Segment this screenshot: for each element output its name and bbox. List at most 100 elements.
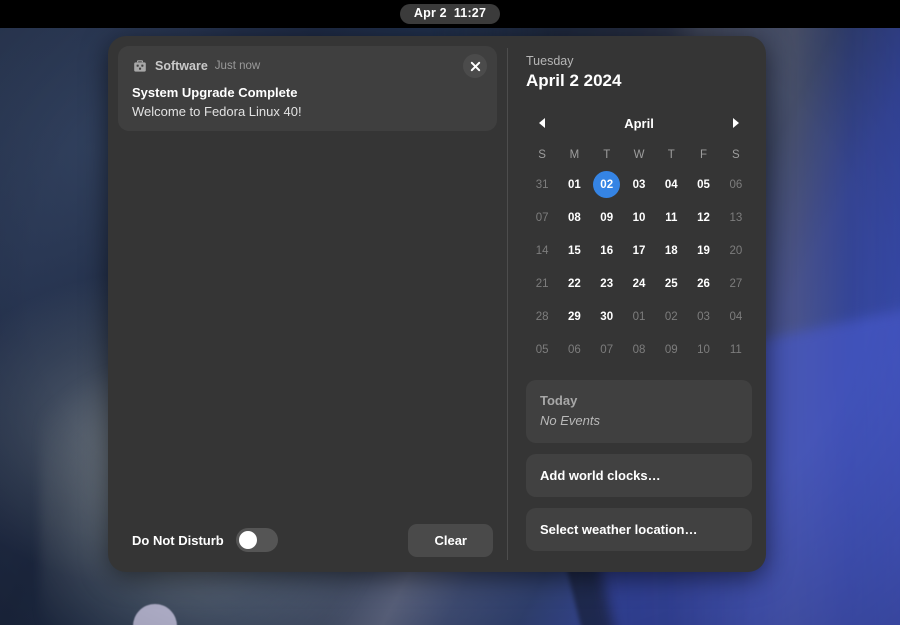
calendar-day[interactable]: 31 — [526, 168, 558, 201]
calendar-day-label: 21 — [535, 277, 549, 290]
weekday-header: W — [633, 149, 645, 161]
calendar-day[interactable]: 13 — [720, 201, 752, 234]
calendar-day[interactable]: 20 — [720, 234, 752, 267]
calendar-day[interactable]: 11 — [655, 201, 687, 234]
calendar-day-label: 25 — [664, 277, 678, 290]
calendar-day[interactable]: 18 — [655, 234, 687, 267]
software-bag-icon — [132, 58, 148, 74]
calendar-day[interactable]: 21 — [526, 267, 558, 300]
calendar-day[interactable]: 01 — [623, 300, 655, 333]
calendar-day-label: 13 — [729, 211, 743, 224]
calendar-grid: S M T W T F S 31 01 02 03 04 05 06 07 08 09 10 11 12 13 14 15 1… — [526, 142, 752, 366]
notification-footer: Do Not Disturb Clear — [118, 514, 497, 572]
calendar-day-label: 16 — [600, 244, 614, 257]
calendar-day[interactable]: 25 — [655, 267, 687, 300]
calendar-day-label: 11 — [665, 211, 678, 224]
calendar-day-label: 06 — [729, 178, 743, 191]
calendar-day-label: 27 — [729, 277, 743, 290]
calendar-day-label: 04 — [664, 178, 678, 191]
calendar-day[interactable]: 03 — [687, 300, 719, 333]
calendar-day-label: 08 — [632, 343, 646, 356]
calendar-day[interactable]: 06 — [558, 333, 590, 366]
notification-timestamp: Just now — [214, 60, 261, 72]
calendar-day-label: 20 — [729, 244, 743, 257]
calendar-day-label: 29 — [568, 310, 581, 323]
notification-item[interactable]: Software Just now System Upgrade Complet… — [118, 46, 497, 131]
calendar-day-label: 10 — [632, 211, 646, 224]
message-tray-panel: Software Just now System Upgrade Complet… — [108, 36, 766, 572]
close-icon[interactable] — [463, 54, 487, 78]
events-empty-text: No Events — [540, 413, 600, 428]
calendar-day[interactable]: 24 — [623, 267, 655, 300]
notification-header: Software Just now — [132, 56, 485, 76]
calendar-day[interactable]: 06 — [720, 168, 752, 201]
calendar-day[interactable]: 17 — [623, 234, 655, 267]
calendar-day[interactable]: 15 — [558, 234, 590, 267]
weekday-header: T — [603, 149, 611, 161]
calendar-day[interactable]: 22 — [558, 267, 590, 300]
calendar-day-label: 28 — [535, 310, 549, 323]
calendar-day[interactable]: 09 — [591, 201, 623, 234]
calendar-day[interactable]: 23 — [591, 267, 623, 300]
calendar-day[interactable]: 27 — [720, 267, 752, 300]
calendar-day-label: 11 — [729, 343, 742, 356]
calendar-day[interactable]: 29 — [558, 300, 590, 333]
calendar-day-label: 07 — [535, 211, 549, 224]
calendar-day[interactable]: 14 — [526, 234, 558, 267]
weekday-header: S — [732, 149, 740, 161]
calendar-day[interactable]: 12 — [687, 201, 719, 234]
calendar-day-label: 10 — [697, 343, 710, 356]
calendar-day[interactable]: 04 — [720, 300, 752, 333]
calendar-day-label: 14 — [535, 244, 549, 257]
calendar-day[interactable]: 04 — [655, 168, 687, 201]
calendar-day[interactable]: 16 — [591, 234, 623, 267]
weekday-header: T — [667, 149, 675, 161]
calendar-day[interactable]: 05 — [526, 333, 558, 366]
chevron-left-icon[interactable] — [532, 113, 552, 133]
calendar-day[interactable]: 11 — [720, 333, 752, 366]
calendar-day-label: 09 — [664, 343, 678, 356]
calendar-day-label: 02 — [593, 171, 621, 198]
calendar-day[interactable]: 03 — [623, 168, 655, 201]
calendar-day[interactable]: 10 — [623, 201, 655, 234]
calendar-day-label: 22 — [568, 277, 581, 290]
do-not-disturb-label: Do Not Disturb — [132, 532, 224, 548]
clock-button[interactable]: Apr 2 11:27 — [399, 4, 501, 24]
weekday-header: F — [700, 149, 708, 161]
calendar-day[interactable]: 07 — [526, 201, 558, 234]
calendar-day[interactable]: 08 — [623, 333, 655, 366]
calendar-day-label: 30 — [600, 310, 614, 323]
calendar-day[interactable]: 30 — [591, 300, 623, 333]
calendar-day-label: 09 — [600, 211, 614, 224]
calendar-day[interactable]: 10 — [687, 333, 719, 366]
select-weather-location-button[interactable]: Select weather location… — [526, 508, 752, 551]
calendar-day-selected[interactable]: 02 — [591, 168, 623, 201]
notification-body: Welcome to Fedora Linux 40! — [132, 104, 302, 119]
calendar-day[interactable]: 08 — [558, 201, 590, 234]
calendar-day-label: 26 — [697, 277, 710, 290]
calendar-day[interactable]: 02 — [655, 300, 687, 333]
calendar-day-label: 05 — [697, 178, 710, 191]
month-label: April — [624, 115, 654, 131]
weekday-header: S — [538, 149, 546, 161]
calendar-day-label: 06 — [568, 343, 581, 356]
calendar-day-label: 18 — [664, 244, 678, 257]
calendar-day-label: 08 — [568, 211, 581, 224]
calendar-day[interactable]: 07 — [591, 333, 623, 366]
calendar-day-label: 15 — [568, 244, 581, 257]
do-not-disturb-toggle[interactable] — [235, 528, 278, 552]
toggle-knob — [238, 531, 257, 549]
add-world-clocks-button[interactable]: Add world clocks… — [526, 454, 752, 497]
weekday-header: M — [569, 149, 580, 161]
calendar-day[interactable]: 19 — [687, 234, 719, 267]
calendar-day[interactable]: 26 — [687, 267, 719, 300]
chevron-right-icon[interactable] — [726, 113, 746, 133]
events-box[interactable]: Today No Events — [526, 380, 752, 443]
calendar-day[interactable]: 01 — [558, 168, 590, 201]
calendar-day[interactable]: 05 — [687, 168, 719, 201]
notification-title: System Upgrade Complete — [132, 85, 298, 100]
calendar-day-label: 23 — [600, 277, 614, 290]
calendar-day[interactable]: 28 — [526, 300, 558, 333]
clear-button[interactable]: Clear — [408, 523, 493, 557]
calendar-day[interactable]: 09 — [655, 333, 687, 366]
